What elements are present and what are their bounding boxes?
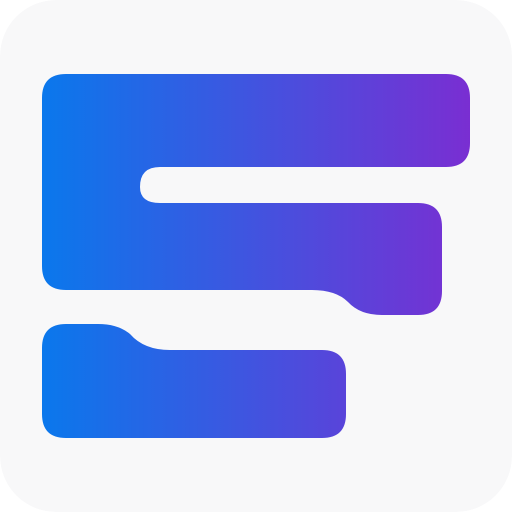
app-icon-tile xyxy=(0,0,512,512)
app-logo-icon xyxy=(0,0,512,512)
